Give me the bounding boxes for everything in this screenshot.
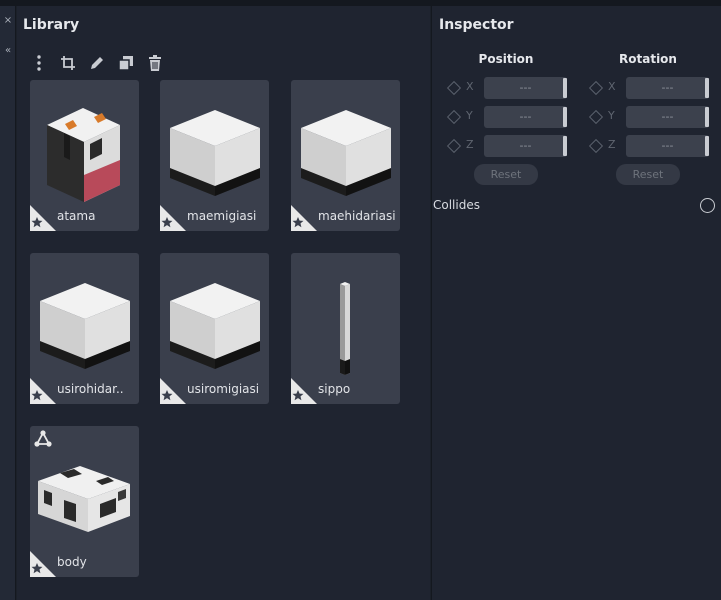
position-x-field[interactable]: --- — [484, 77, 567, 99]
inspector-title: Inspector — [439, 17, 514, 33]
library-item-body[interactable]: body — [30, 426, 139, 577]
axis-label: Y — [608, 109, 615, 122]
rotation-x-field[interactable]: --- — [626, 77, 709, 99]
collides-label: Collides — [433, 198, 480, 212]
rotation-reset-button[interactable]: Reset — [616, 164, 680, 185]
favorite-star-icon[interactable] — [30, 551, 56, 577]
rotation-z-field[interactable]: --- — [626, 135, 709, 157]
favorite-star-icon[interactable] — [30, 378, 56, 404]
keyframe-diamond-icon[interactable] — [588, 80, 604, 96]
library-panel: Library atama maemigiasi maehidariasi us… — [17, 6, 430, 600]
thumbnail-white-block — [160, 80, 269, 205]
thumbnail-white-block — [30, 253, 139, 378]
link-node-icon — [33, 429, 53, 449]
pencil-icon[interactable] — [87, 54, 107, 72]
item-label: usirohidar.. — [57, 382, 124, 396]
axis-label: Z — [466, 138, 474, 151]
close-icon[interactable]: × — [0, 12, 16, 30]
library-toolbar — [29, 54, 165, 72]
axis-label: X — [466, 80, 474, 93]
library-item-usiromigiasi[interactable]: usiromigiasi — [160, 253, 269, 404]
rotation-y-field[interactable]: --- — [626, 106, 709, 128]
favorite-star-icon[interactable] — [160, 378, 186, 404]
keyframe-diamond-icon[interactable] — [588, 109, 604, 125]
collides-toggle[interactable] — [700, 198, 715, 213]
item-label: body — [57, 555, 87, 569]
duplicate-icon[interactable] — [116, 54, 136, 72]
library-title: Library — [23, 17, 80, 33]
keyframe-diamond-icon[interactable] — [588, 138, 604, 154]
position-reset-button[interactable]: Reset — [474, 164, 538, 185]
library-item-maehidariasi[interactable]: maehidariasi — [291, 80, 400, 231]
thumbnail-tail-stick — [291, 253, 400, 378]
favorite-star-icon[interactable] — [30, 205, 56, 231]
keyframe-diamond-icon[interactable] — [446, 80, 462, 96]
position-z-field[interactable]: --- — [484, 135, 567, 157]
item-label: maehidariasi — [318, 209, 396, 223]
item-label: maemigiasi — [187, 209, 257, 223]
favorite-star-icon[interactable] — [291, 378, 317, 404]
axis-label: X — [608, 80, 616, 93]
inspector-panel: Inspector Position Rotation X --- Y --- … — [431, 6, 721, 600]
library-item-usirohidariasi[interactable]: usirohidar.. — [30, 253, 139, 404]
library-item-atama[interactable]: atama — [30, 80, 139, 231]
favorite-star-icon[interactable] — [291, 205, 317, 231]
thumbnail-white-block — [160, 253, 269, 378]
more-vertical-icon[interactable] — [29, 54, 49, 72]
crop-icon[interactable] — [58, 54, 78, 72]
trash-icon[interactable] — [145, 54, 165, 72]
favorite-star-icon[interactable] — [160, 205, 186, 231]
thumbnail-white-block — [291, 80, 400, 205]
axis-label: Y — [466, 109, 473, 122]
position-heading: Position — [478, 52, 534, 66]
thumbnail-cow-head — [30, 80, 139, 205]
position-y-field[interactable]: --- — [484, 106, 567, 128]
axis-label: Z — [608, 138, 616, 151]
keyframe-diamond-icon[interactable] — [446, 138, 462, 154]
collapse-icon[interactable]: « — [0, 42, 16, 60]
library-item-sippo[interactable]: sippo — [291, 253, 400, 404]
rotation-heading: Rotation — [619, 52, 677, 66]
item-label: sippo — [318, 382, 351, 396]
library-item-maemigiasi[interactable]: maemigiasi — [160, 80, 269, 231]
item-label: atama — [57, 209, 96, 223]
keyframe-diamond-icon[interactable] — [446, 109, 462, 125]
item-label: usiromigiasi — [187, 382, 260, 396]
dock-side-strip: × « — [0, 6, 16, 600]
